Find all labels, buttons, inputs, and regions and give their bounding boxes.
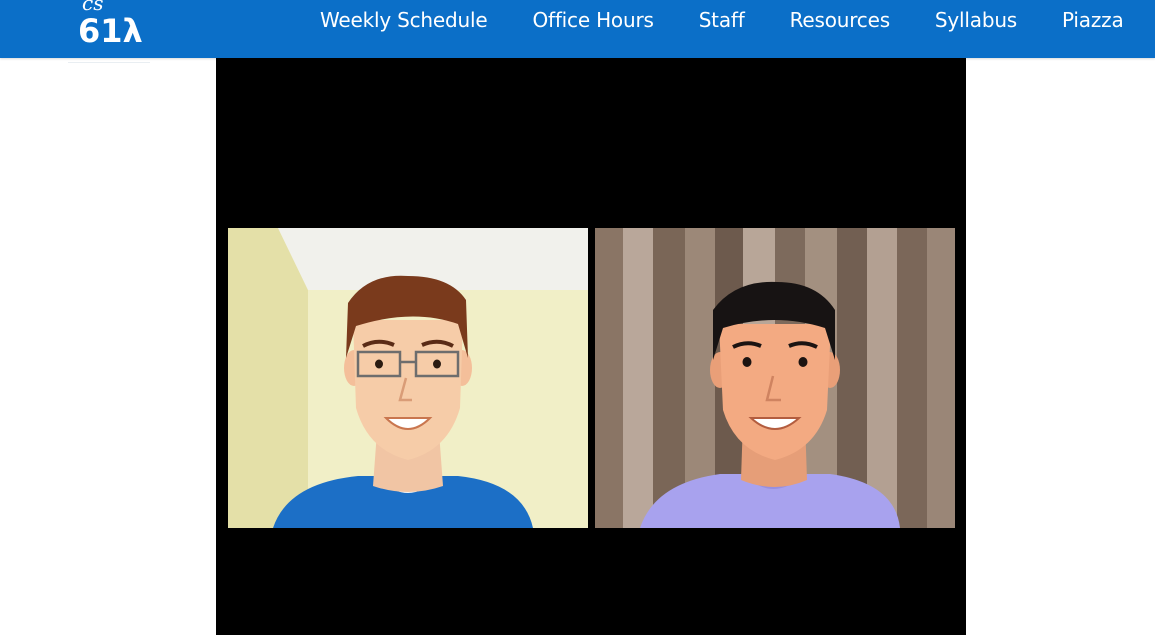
nav-office-hours[interactable]: Office Hours bbox=[532, 8, 653, 32]
logo-course-text: 61λ bbox=[78, 12, 143, 50]
logo-underline bbox=[68, 62, 150, 63]
person-with-glasses-icon bbox=[228, 228, 588, 528]
nav-piazza[interactable]: Piazza bbox=[1062, 8, 1124, 32]
participant-tile-left bbox=[228, 228, 588, 528]
video-player[interactable] bbox=[216, 58, 966, 635]
nav-staff[interactable]: Staff bbox=[699, 8, 745, 32]
main-nav: Weekly Schedule Office Hours Staff Resou… bbox=[300, 0, 1124, 40]
nav-resources[interactable]: Resources bbox=[790, 8, 891, 32]
participant-tile-right bbox=[595, 228, 955, 528]
person-icon bbox=[595, 228, 955, 528]
nav-syllabus[interactable]: Syllabus bbox=[935, 8, 1017, 32]
top-navbar: cs 61λ Weekly Schedule Office Hours Staf… bbox=[0, 0, 1155, 58]
nav-weekly-schedule[interactable]: Weekly Schedule bbox=[320, 8, 488, 32]
cs61-lambda-logo[interactable]: cs 61λ bbox=[78, 0, 150, 50]
